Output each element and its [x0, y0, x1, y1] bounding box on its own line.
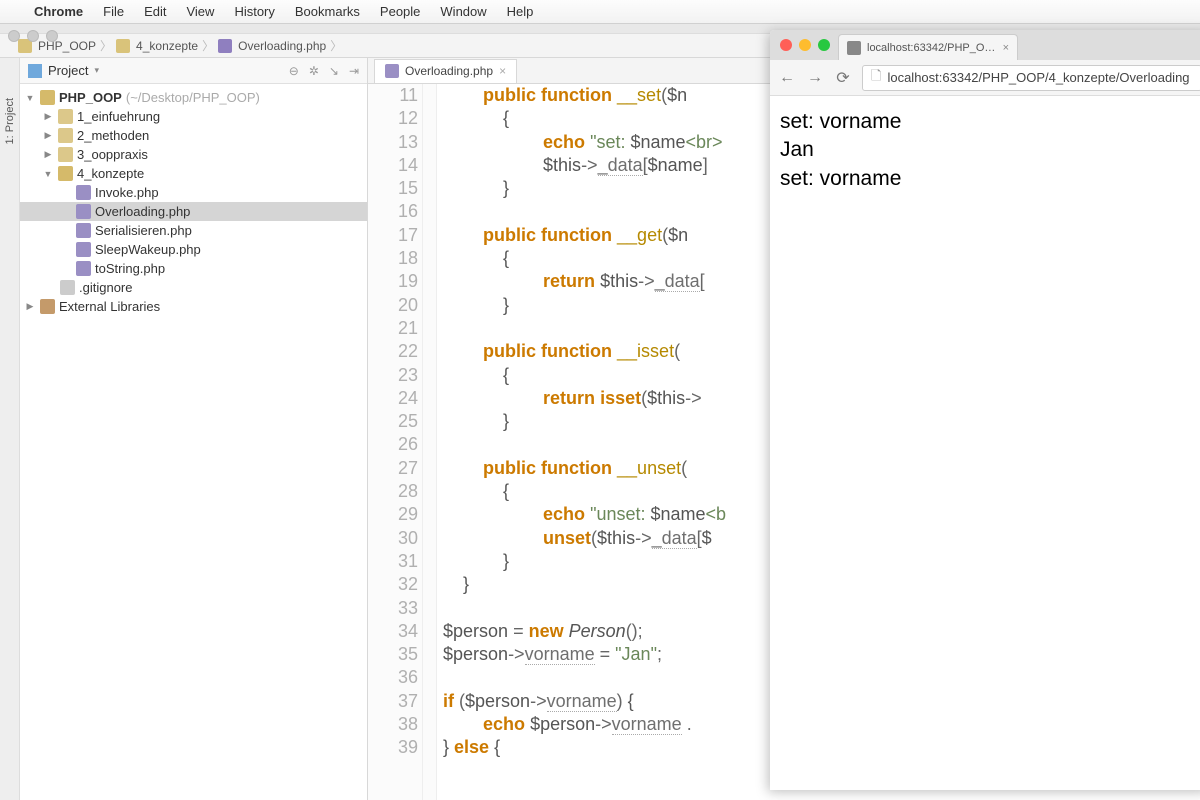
php-file-icon — [76, 223, 91, 238]
browser-traffic-lights — [780, 39, 830, 51]
hide-icon[interactable]: ⇥ — [349, 64, 359, 78]
library-icon — [40, 299, 55, 314]
php-file-icon — [385, 64, 399, 78]
tool-window-tab[interactable]: 1: Project — [0, 58, 20, 800]
ide-close-icon[interactable] — [8, 30, 20, 42]
folder-icon — [116, 39, 130, 53]
tree-file[interactable]: SleepWakeup.php — [20, 240, 367, 259]
zoom-icon[interactable] — [818, 39, 830, 51]
tree-folder[interactable]: ▶2_methoden — [20, 126, 367, 145]
menu-file[interactable]: File — [103, 4, 124, 19]
reload-icon[interactable]: ⟳ — [834, 68, 852, 88]
ide-traffic-lights — [8, 30, 58, 42]
menu-people[interactable]: People — [380, 4, 420, 19]
tree-root-path: (~/Desktop/PHP_OOP) — [126, 90, 260, 105]
project-icon — [28, 64, 42, 78]
editor-tab[interactable]: Overloading.php × — [374, 59, 517, 83]
forward-icon[interactable]: → — [806, 69, 824, 87]
folder-icon — [58, 166, 73, 181]
page-line: Jan — [780, 136, 1200, 164]
project-tree: ▼ PHP_OOP(~/Desktop/PHP_OOP) ▶1_einfuehr… — [20, 84, 367, 320]
folder-icon — [58, 147, 73, 162]
menu-window[interactable]: Window — [440, 4, 486, 19]
menu-view[interactable]: View — [186, 4, 214, 19]
php-file-icon — [76, 261, 91, 276]
tree-file-selected[interactable]: Overloading.php — [20, 202, 367, 221]
project-header: Project ▾ ⊖ ✲ ↘ ⇥ — [20, 58, 367, 84]
project-title[interactable]: Project — [48, 63, 88, 78]
tree-folder[interactable]: ▶3_ooppraxis — [20, 145, 367, 164]
tree-folder[interactable]: ▶1_einfuehrung — [20, 107, 367, 126]
tree-root[interactable]: ▼ PHP_OOP(~/Desktop/PHP_OOP) — [20, 88, 367, 107]
tree-folder-open[interactable]: ▼4_konzepte — [20, 164, 367, 183]
menubar-app[interactable]: Chrome — [34, 4, 83, 19]
menu-history[interactable]: History — [234, 4, 274, 19]
tree-file[interactable]: .gitignore — [20, 278, 367, 297]
project-panel: Project ▾ ⊖ ✲ ↘ ⇥ ▼ PHP_OOP(~/Desktop/PH… — [20, 58, 368, 800]
browser-tab[interactable]: localhost:63342/PHP_OO… × — [838, 34, 1018, 60]
browser-tabbar: localhost:63342/PHP_OO… × — [770, 30, 1200, 60]
menu-edit[interactable]: Edit — [144, 4, 166, 19]
crumb-folder[interactable]: 4_konzepte — [136, 39, 198, 53]
php-file-icon — [76, 185, 91, 200]
page-line: set: vorname — [780, 108, 1200, 136]
address-bar[interactable]: 🗋 localhost:63342/PHP_OOP/4_konzepte/Ove… — [862, 65, 1200, 91]
ide-minimize-icon[interactable] — [27, 30, 39, 42]
php-file-icon — [218, 39, 232, 53]
collapse-icon[interactable]: ⊖ — [289, 64, 299, 78]
page-line: set: vorname — [780, 165, 1200, 193]
url-text: localhost:63342/PHP_OOP/4_konzepte/Overl… — [887, 70, 1189, 85]
tool-tab-label: 1: Project — [4, 98, 16, 144]
back-icon[interactable]: ← — [778, 69, 796, 87]
folder-icon — [58, 109, 73, 124]
page-icon: 🗋 — [871, 67, 881, 89]
php-file-icon — [76, 204, 91, 219]
close-icon[interactable] — [780, 39, 792, 51]
tree-root-label: PHP_OOP — [59, 90, 122, 105]
gear-icon[interactable]: ✲ — [309, 64, 319, 78]
menu-help[interactable]: Help — [507, 4, 534, 19]
menu-bookmarks[interactable]: Bookmarks — [295, 4, 360, 19]
tree-external-libs[interactable]: ▶External Libraries — [20, 297, 367, 316]
minimize-icon[interactable] — [799, 39, 811, 51]
fold-gutter — [423, 84, 437, 800]
browser-toolbar: ← → ⟳ 🗋 localhost:63342/PHP_OOP/4_konzep… — [770, 60, 1200, 96]
line-gutter: 1112131415161718192021222324252627282930… — [368, 84, 423, 800]
crumb-file[interactable]: Overloading.php — [238, 39, 326, 53]
folder-icon — [40, 90, 55, 105]
browser-page: set: vorname Jan set: vorname — [770, 96, 1200, 790]
locate-icon[interactable]: ↘ — [329, 64, 339, 78]
folder-icon — [58, 128, 73, 143]
browser-tab-title: localhost:63342/PHP_OO… — [867, 42, 997, 54]
ide-zoom-icon[interactable] — [46, 30, 58, 42]
favicon-icon — [847, 41, 861, 55]
tree-file[interactable]: toString.php — [20, 259, 367, 278]
text-file-icon — [60, 280, 75, 295]
php-file-icon — [76, 242, 91, 257]
close-icon[interactable]: × — [499, 64, 506, 78]
editor-tab-label: Overloading.php — [405, 64, 493, 78]
tree-file[interactable]: Serialisieren.php — [20, 221, 367, 240]
close-icon[interactable]: × — [1003, 42, 1009, 54]
mac-menubar: Chrome File Edit View History Bookmarks … — [0, 0, 1200, 24]
browser-window: localhost:63342/PHP_OO… × ← → ⟳ 🗋 localh… — [770, 30, 1200, 790]
tree-file[interactable]: Invoke.php — [20, 183, 367, 202]
